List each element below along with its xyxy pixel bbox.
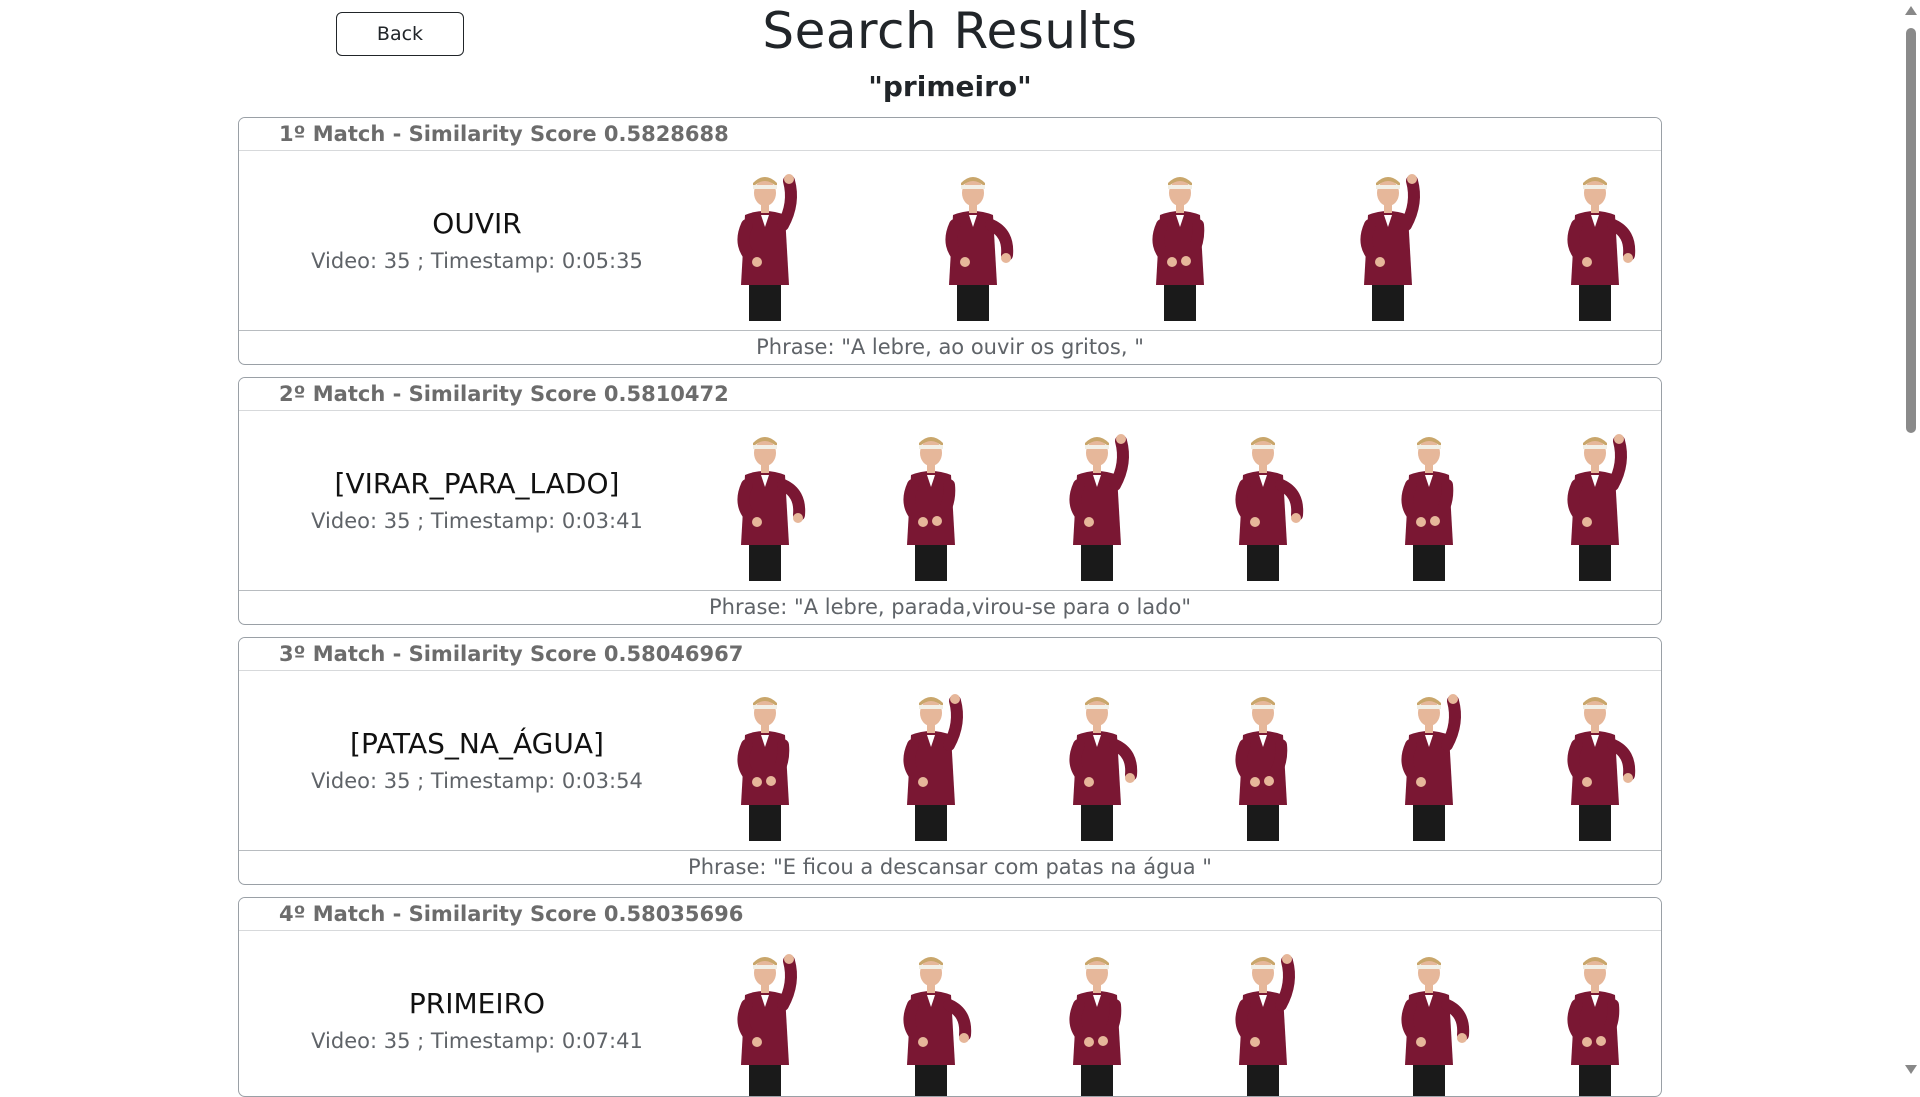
sign-frame-image xyxy=(1338,163,1438,321)
result-card: 4º Match - Similarity Score 0.58035696 P… xyxy=(238,897,1662,1097)
sign-frame-image xyxy=(1545,423,1645,581)
sign-word: [PATAS_NA_ÁGUA] xyxy=(350,727,604,760)
result-phrase: Phrase: "A lebre, parada,virou-se para o… xyxy=(708,595,1192,619)
sign-frame-image xyxy=(1379,943,1479,1096)
video-timestamp: Video: 35 ; Timestamp: 0:07:41 xyxy=(311,1029,643,1053)
scroll-down-arrow-icon[interactable] xyxy=(1905,1065,1917,1074)
scroll-up-arrow-icon[interactable] xyxy=(1905,6,1917,15)
result-body: OUVIR Video: 35 ; Timestamp: 0:05:35 xyxy=(239,151,1661,331)
sign-frame-image xyxy=(1379,423,1479,581)
vertical-scrollbar[interactable] xyxy=(1900,0,1920,1080)
search-results-page: Back Search Results "primeiro" 1º Match … xyxy=(0,0,1920,1097)
sign-frame-image xyxy=(715,423,815,581)
result-header: 4º Match - Similarity Score 0.58035696 xyxy=(239,898,1661,931)
sign-frame-image xyxy=(1213,423,1313,581)
result-header: 3º Match - Similarity Score 0.58046967 xyxy=(239,638,1661,671)
sign-frame-image xyxy=(1545,163,1645,321)
sign-word: [VIRAR_PARA_LADO] xyxy=(334,467,620,500)
result-phrase: Phrase: "A lebre, ao ouvir os gritos, " xyxy=(756,335,1144,359)
sign-frame-image xyxy=(1213,683,1313,841)
result-card: 2º Match - Similarity Score 0.5810472 [V… xyxy=(238,377,1662,625)
result-header: 1º Match - Similarity Score 0.5828688 xyxy=(239,118,1661,151)
result-body: [PATAS_NA_ÁGUA] Video: 35 ; Timestamp: 0… xyxy=(239,671,1661,851)
frame-strip xyxy=(715,161,1645,321)
video-timestamp: Video: 35 ; Timestamp: 0:03:54 xyxy=(311,769,643,793)
sign-frame-image xyxy=(1047,423,1147,581)
sign-frame-image xyxy=(715,943,815,1096)
sign-frame-image xyxy=(1047,683,1147,841)
sign-frame-image xyxy=(1213,943,1313,1096)
sign-frame-image xyxy=(1130,163,1230,321)
result-card: 3º Match - Similarity Score 0.58046967 [… xyxy=(238,637,1662,885)
sign-frame-image xyxy=(715,163,815,321)
frame-strip xyxy=(715,421,1645,581)
video-timestamp: Video: 35 ; Timestamp: 0:05:35 xyxy=(311,249,643,273)
sign-frame-image xyxy=(1545,943,1645,1096)
sign-frame-image xyxy=(715,683,815,841)
frame-strip xyxy=(715,681,1645,841)
video-timestamp: Video: 35 ; Timestamp: 0:03:41 xyxy=(311,509,643,533)
sign-frame-image xyxy=(1379,683,1479,841)
sign-word: PRIMEIRO xyxy=(408,987,546,1020)
result-phrase: Phrase: "E ficou a descansar com patas n… xyxy=(688,855,1212,879)
frame-strip xyxy=(715,941,1645,1096)
sign-frame-image xyxy=(1047,943,1147,1096)
result-header: 2º Match - Similarity Score 0.5810472 xyxy=(239,378,1661,411)
search-query: "primeiro" xyxy=(868,70,1032,103)
result-body: PRIMEIRO Video: 35 ; Timestamp: 0:07:41 xyxy=(239,931,1661,1096)
result-card: 1º Match - Similarity Score 0.5828688 OU… xyxy=(238,117,1662,365)
scroll-thumb[interactable] xyxy=(1906,28,1916,433)
sign-frame-image xyxy=(881,423,981,581)
page-title: Search Results xyxy=(762,2,1138,60)
sign-word: OUVIR xyxy=(432,207,522,240)
sign-frame-image xyxy=(881,683,981,841)
sign-frame-image xyxy=(881,943,981,1096)
result-body: [VIRAR_PARA_LADO] Video: 35 ; Timestamp:… xyxy=(239,411,1661,591)
sign-frame-image xyxy=(923,163,1023,321)
sign-frame-image xyxy=(1545,683,1645,841)
